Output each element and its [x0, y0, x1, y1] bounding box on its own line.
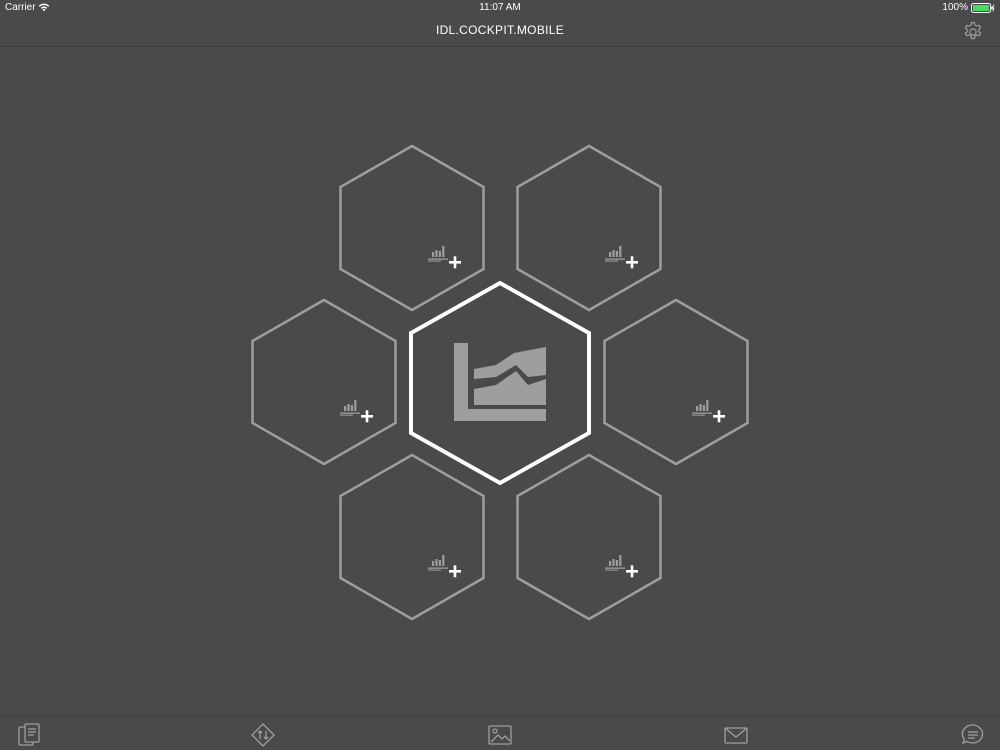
- hex-slot-top-right[interactable]: [516, 144, 662, 312]
- hex-slot-middle-left[interactable]: [251, 298, 397, 466]
- hexagon-canvas: [251, 144, 749, 621]
- image-icon: [488, 725, 512, 745]
- add-chart-icon: [428, 246, 461, 269]
- chat-button[interactable]: [960, 722, 986, 748]
- add-chart-icon: [605, 555, 638, 578]
- hex-slot-bottom-left[interactable]: [339, 453, 485, 621]
- area-chart-icon: [454, 343, 546, 421]
- add-chart-icon: [428, 555, 461, 578]
- add-chart-icon: [340, 400, 373, 423]
- chat-icon: [961, 724, 984, 745]
- mail-button[interactable]: [723, 722, 749, 748]
- gallery-button[interactable]: [487, 722, 513, 748]
- documents-button[interactable]: [16, 722, 42, 748]
- bottom-toolbar: [0, 716, 1000, 750]
- sync-icon: [251, 723, 275, 747]
- sync-button[interactable]: [250, 722, 276, 748]
- add-chart-icon: [605, 246, 638, 269]
- mail-icon: [724, 727, 748, 744]
- add-chart-icon: [692, 400, 725, 423]
- hex-slot-bottom-right[interactable]: [516, 453, 662, 621]
- hex-slot-top-left[interactable]: [339, 144, 485, 312]
- hex-slot-middle-right[interactable]: [603, 298, 749, 466]
- hex-center-dashboard[interactable]: [409, 280, 591, 486]
- hexagon-grid: [0, 0, 1000, 750]
- app-screen: Carrier 11:07 AM 100% IDL.COCKPIT.MOBILE: [0, 0, 1000, 750]
- documents-icon: [18, 723, 40, 746]
